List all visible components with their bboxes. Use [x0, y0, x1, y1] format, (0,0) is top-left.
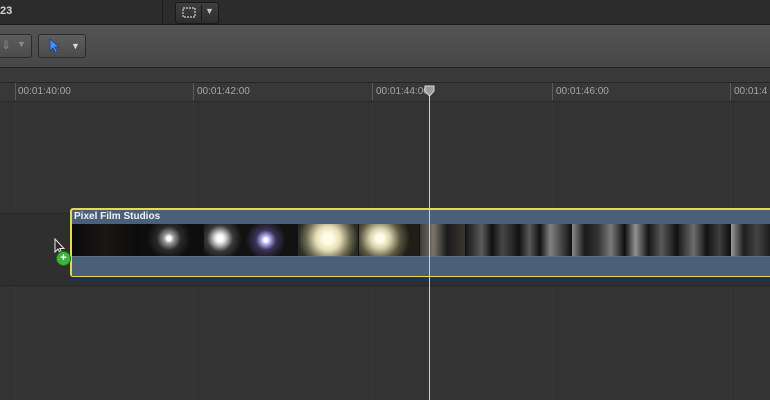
ruler-timecode: 00:01:44:00: [376, 86, 429, 97]
project-segment: 23: [0, 0, 163, 24]
ruler-timecode: 00:01:40:00: [18, 86, 71, 97]
ruler-timecode: 00:01:4: [734, 86, 768, 97]
chevron-down-icon: ▼: [71, 41, 80, 51]
toolbar-divider: [0, 68, 770, 83]
clip-appearance-icon: [181, 6, 197, 24]
ruler-tick: [372, 83, 373, 100]
ruler-tick: [193, 83, 194, 100]
timeline-area[interactable]: Pixel Film Studios: [0, 102, 770, 400]
add-plus-icon: +: [56, 251, 71, 266]
clip-connection-bar: [70, 277, 770, 281]
filmstrip-frame: [731, 224, 770, 256]
playhead-handle-icon[interactable]: [424, 84, 435, 97]
project-label: 23: [0, 5, 13, 17]
filmstrip-frame: [678, 224, 731, 256]
filmstrip-frame: [519, 224, 572, 256]
ruler-tick: [730, 83, 731, 100]
chevron-down-icon[interactable]: ▼: [205, 6, 214, 16]
filmstrip-frame: [298, 224, 359, 256]
filmstrip-frame: [625, 224, 678, 256]
chevron-down-icon: ▼: [17, 39, 26, 49]
ruler-tick: [552, 83, 553, 100]
ruler-timecode: 00:01:42:00: [197, 86, 250, 97]
top-bar: 23 ▼: [0, 0, 770, 25]
select-tool-button[interactable]: ▼: [38, 34, 86, 58]
button-separator: [201, 5, 202, 21]
ruler-tick: [15, 83, 16, 100]
clip-title: Pixel Film Studios: [74, 211, 161, 222]
filmstrip-frame: [141, 224, 204, 256]
timeline-ruler[interactable]: 00:01:40:00 00:01:42:00 00:01:44:00 00:0…: [0, 83, 770, 102]
filmstrip-frame: [204, 224, 245, 256]
playhead[interactable]: [429, 90, 430, 400]
ruler-timecode: 00:01:46:00: [556, 86, 609, 97]
filmstrip-frame: [420, 224, 466, 256]
clip-audio-area: [72, 256, 770, 276]
edit-tool-button[interactable]: ⇓ ▼: [0, 34, 32, 58]
filmstrip-frame: [466, 224, 519, 256]
filmstrip-frame: [359, 224, 420, 256]
clip-filmstrip: [72, 224, 770, 256]
clip-appearance-button[interactable]: ▼: [175, 2, 219, 24]
filmstrip-frame: [572, 224, 625, 256]
filmstrip-frame: [72, 224, 141, 256]
toolbar: ⇓ ▼ ▼: [0, 25, 770, 68]
video-clip[interactable]: Pixel Film Studios: [70, 208, 770, 277]
arrow-pointer-icon: [48, 38, 62, 59]
filmstrip-frame: [245, 224, 298, 256]
edit-tool-icon: ⇓: [1, 38, 12, 52]
